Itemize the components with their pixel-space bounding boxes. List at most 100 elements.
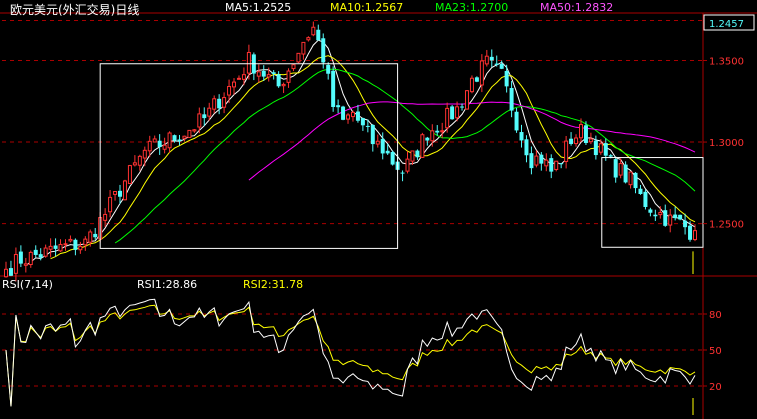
- candle-body: [583, 125, 588, 143]
- candle-body: [113, 190, 118, 195]
- candle-body: [162, 144, 167, 150]
- candle-body: [469, 77, 474, 93]
- price-axis: 1.2500 1.3000 1.3500 20 50 80 1.2457: [703, 14, 755, 393]
- candle-body: [256, 71, 261, 77]
- price-tick-label: 1.2500: [709, 220, 744, 231]
- candle-body: [504, 70, 509, 87]
- candle-body: [578, 124, 583, 139]
- candle-body: [137, 155, 142, 166]
- candle-body: [227, 85, 232, 96]
- candle-body: [529, 153, 534, 169]
- candle-body: [455, 106, 460, 119]
- candle-body: [494, 63, 499, 65]
- candle-body: [88, 231, 93, 243]
- candle-body: [380, 138, 385, 154]
- rsi-tick-label: 50: [709, 346, 722, 357]
- candle-body: [222, 97, 227, 108]
- candle-body: [598, 143, 603, 153]
- candle-body: [207, 107, 212, 117]
- candle-body: [127, 165, 132, 185]
- candle-body: [202, 114, 207, 119]
- candle-body: [53, 245, 58, 249]
- candle-body: [212, 98, 217, 110]
- candle-body: [385, 150, 390, 154]
- candle-body: [197, 113, 202, 128]
- price-tick-label: 1.3000: [709, 138, 744, 149]
- candle-body: [58, 243, 63, 252]
- candle-body: [142, 149, 147, 159]
- ma10-line: [50, 55, 696, 260]
- candle-body: [8, 268, 13, 276]
- candle-body: [593, 140, 598, 156]
- last-price-label: 1.2457: [709, 19, 744, 30]
- rsi2-line: [5, 304, 696, 407]
- candle-body: [633, 172, 638, 189]
- candle-body: [182, 135, 187, 139]
- candle-body: [306, 37, 311, 41]
- candle-body: [316, 29, 321, 41]
- candle-body: [489, 56, 494, 61]
- candle-body: [73, 239, 78, 250]
- candle-body: [688, 225, 693, 240]
- candle-body: [147, 140, 152, 152]
- candle-body: [663, 210, 668, 226]
- candle-body: [549, 158, 554, 172]
- candle-body: [370, 124, 375, 145]
- candle-body: [291, 64, 296, 70]
- candle-body: [246, 51, 251, 74]
- candle-body: [390, 151, 395, 165]
- rsi-name: RSI(7,14): [2, 278, 53, 291]
- candle-body: [296, 52, 301, 63]
- forex-chart: 1.2500 1.3000 1.3500 20 50 80 1.2457: [0, 12, 757, 419]
- candle-body: [43, 247, 48, 257]
- rsi-tick-label: 80: [709, 310, 722, 321]
- candle-body: [23, 263, 28, 266]
- ma5-indicator: MA5:1.2525: [225, 1, 292, 14]
- candle-body: [13, 254, 18, 274]
- candle-body: [241, 74, 246, 80]
- candle-body: [177, 139, 182, 142]
- candle-body: [326, 64, 331, 74]
- candle-body: [122, 180, 127, 201]
- candle-body: [509, 88, 514, 111]
- candle-body: [167, 132, 172, 149]
- candle-body: [266, 74, 271, 78]
- candle-body: [192, 129, 197, 132]
- candle-body: [440, 130, 445, 133]
- candle-body: [643, 191, 648, 207]
- candle-body: [118, 190, 123, 197]
- candle-body: [360, 118, 365, 126]
- candle-body: [350, 111, 355, 118]
- candle-body: [78, 245, 83, 251]
- candle-body: [479, 60, 484, 86]
- candle-body: [68, 238, 73, 242]
- candle-body: [618, 163, 623, 176]
- candle-body: [638, 188, 643, 195]
- candle-body: [534, 155, 539, 166]
- candle-body: [603, 143, 608, 156]
- candle-body: [623, 164, 628, 183]
- candle-body: [683, 220, 688, 228]
- candle-body: [668, 214, 673, 226]
- candle-body: [232, 81, 237, 88]
- candle-body: [93, 233, 98, 238]
- candle-body: [286, 70, 291, 83]
- rsi1-value: RSI1:28.86: [137, 278, 198, 291]
- candle-body: [108, 196, 113, 213]
- candle-body: [474, 77, 479, 82]
- candle-body: [132, 162, 137, 166]
- ma23-indicator: MA23:1.2700: [435, 1, 509, 14]
- price-tick-label: 1.3500: [709, 56, 744, 67]
- candle-body: [514, 111, 519, 131]
- candle-body: [4, 268, 8, 278]
- candle-body: [33, 249, 38, 255]
- candle-body: [588, 138, 593, 143]
- candle-body: [499, 63, 504, 69]
- candle-body: [271, 72, 276, 74]
- candle-body: [445, 107, 450, 129]
- candle-body: [400, 172, 405, 174]
- candle-body: [405, 158, 410, 172]
- candle-body: [653, 214, 658, 217]
- candle-body: [103, 213, 108, 221]
- candle-body: [435, 130, 440, 133]
